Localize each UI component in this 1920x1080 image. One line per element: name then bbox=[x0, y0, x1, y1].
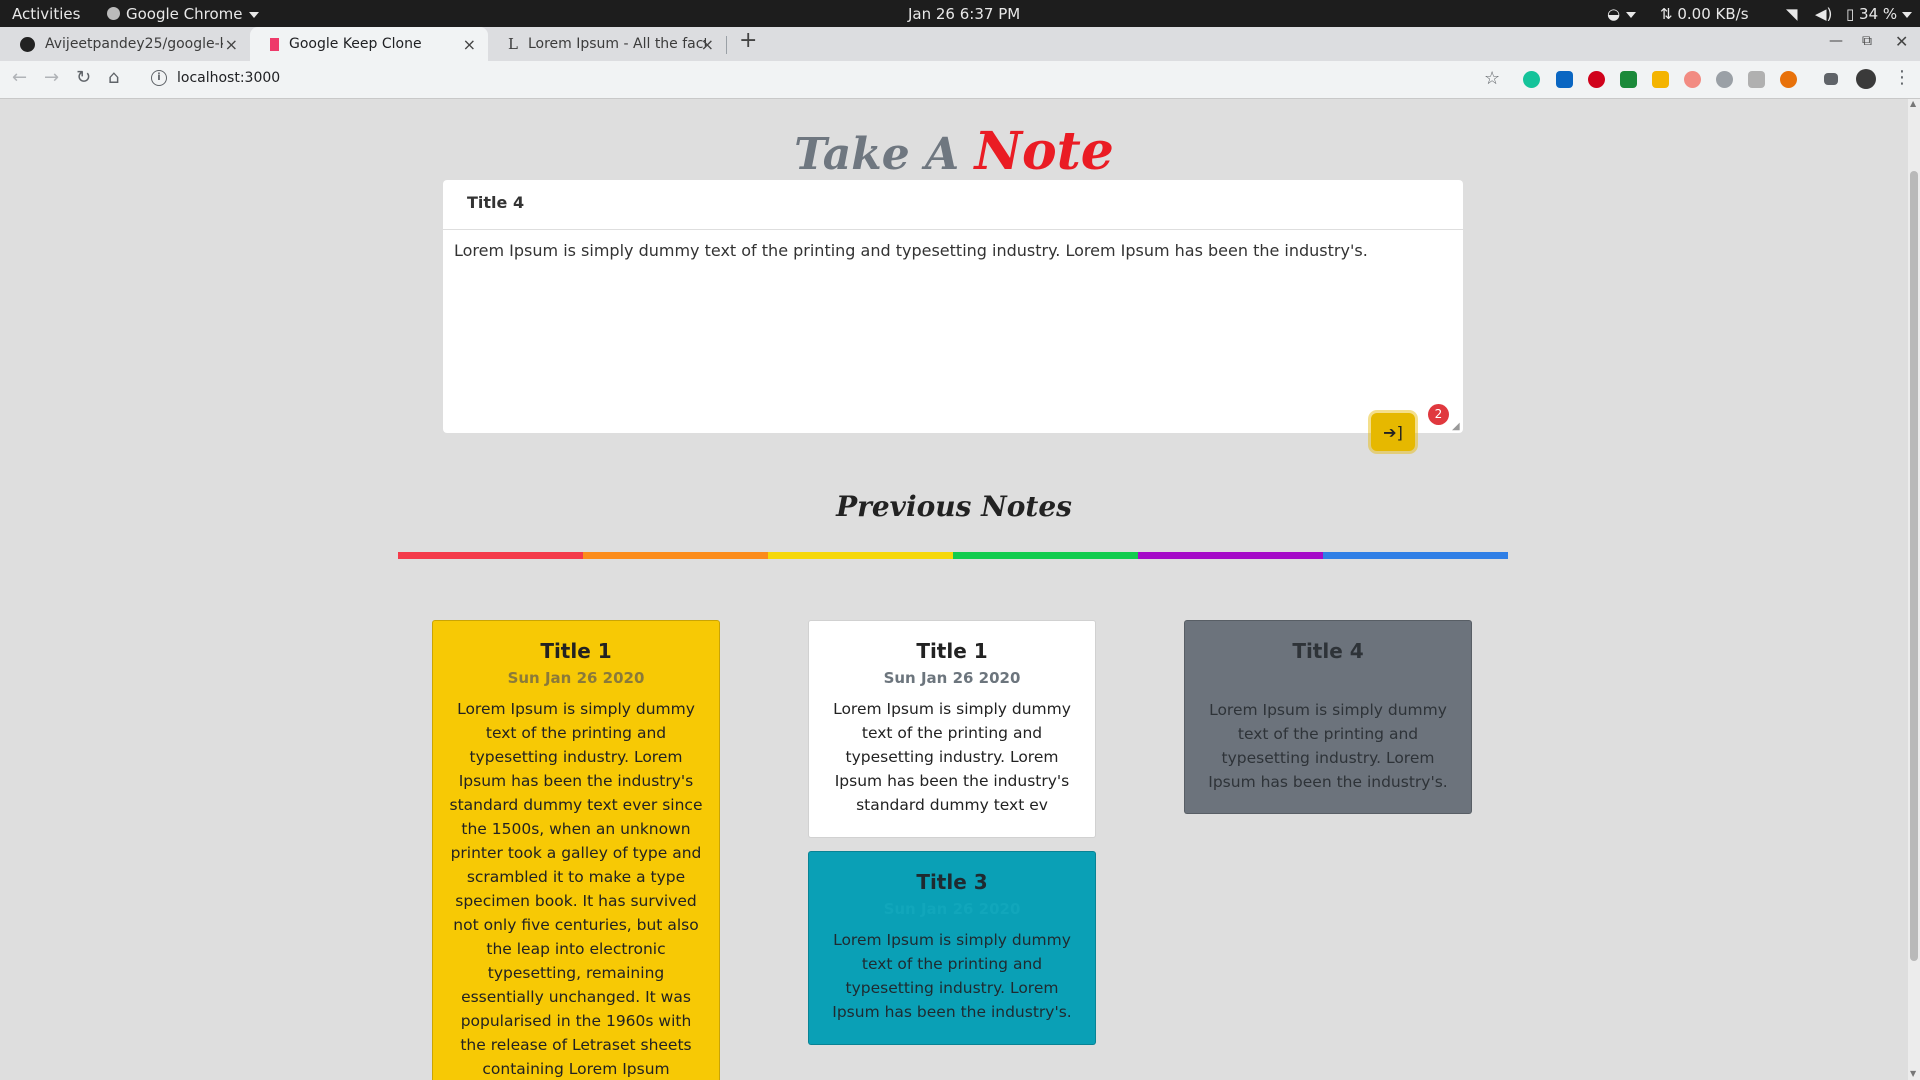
linkedin-extension-icon[interactable] bbox=[1556, 71, 1573, 88]
url-text[interactable]: localhost:3000 bbox=[177, 70, 280, 86]
close-icon[interactable]: × bbox=[701, 35, 714, 54]
rainbow-divider bbox=[398, 552, 1508, 559]
note-title: Title 1 bbox=[916, 639, 988, 663]
note-date: Sun Jan 26 2020 bbox=[883, 669, 1021, 687]
note-body: Lorem Ipsum is simply dummy text of the … bbox=[832, 931, 1072, 1021]
note-card[interactable]: Title 1 Sun Jan 26 2020 Lorem Ipsum is s… bbox=[808, 620, 1096, 838]
chrome-menu-icon[interactable]: ⋮ bbox=[1893, 67, 1911, 88]
note-card[interactable]: Title 4 Lorem Ipsum is simply dummy text… bbox=[1184, 620, 1472, 814]
tab-title: Lorem Ipsum - All the facts bbox=[527, 36, 706, 52]
rocket-extension-icon[interactable] bbox=[1780, 71, 1797, 88]
note-body: Lorem Ipsum is simply dummy text of the … bbox=[833, 700, 1071, 814]
note-title: Title 1 bbox=[540, 639, 612, 663]
note-date: Sun Jan 26 2020 bbox=[883, 900, 1021, 918]
note-body: Lorem Ipsum is simply dummy text of the … bbox=[449, 700, 703, 1078]
network-speed-label: 0.00 KB/s bbox=[1677, 5, 1749, 23]
power-menu-chevron-icon[interactable] bbox=[1902, 5, 1912, 23]
note-date bbox=[1199, 669, 1457, 688]
note-body-text: Lorem Ipsum is simply dummy text of the … bbox=[454, 241, 1368, 260]
note-card[interactable]: Title 1 Sun Jan 26 2020 Lorem Ipsum is s… bbox=[432, 620, 720, 1080]
bookmark-icon bbox=[270, 37, 279, 51]
page-viewport: Take A Note Title 4 Lorem Ipsum is simpl… bbox=[0, 99, 1908, 1080]
window-close-button[interactable]: ✕ bbox=[1895, 32, 1908, 51]
grammarly-extension-icon[interactable] bbox=[1523, 71, 1540, 88]
info-icon[interactable]: i bbox=[151, 70, 167, 86]
github-icon bbox=[20, 36, 35, 52]
back-arrow-icon[interactable]: ← bbox=[12, 67, 27, 88]
rainbow-segment bbox=[583, 552, 768, 559]
resize-grip-icon[interactable]: ◢ bbox=[1452, 421, 1460, 432]
reload-icon[interactable]: ↻ bbox=[76, 67, 91, 88]
close-icon[interactable]: × bbox=[225, 35, 238, 54]
tab-google-keep-clone[interactable]: Google Keep Clone × bbox=[250, 27, 488, 61]
app-heading: Take A Note bbox=[0, 121, 1908, 182]
tab-title: Avijeetpandey25/google-keep bbox=[45, 36, 223, 52]
rainbow-segment bbox=[768, 552, 953, 559]
browser-toolbar: ← → ↻ ⌂ i localhost:3000 ☆ ⋮ bbox=[0, 61, 1920, 99]
rainbow-segment bbox=[953, 552, 1138, 559]
colorful-extension-icon[interactable] bbox=[1652, 71, 1669, 88]
profile-avatar[interactable] bbox=[1856, 69, 1876, 89]
image-extension-icon[interactable] bbox=[1748, 71, 1765, 88]
rainbow-segment bbox=[1323, 552, 1508, 559]
send-extension-icon[interactable] bbox=[1620, 71, 1637, 88]
minimize-button[interactable]: — bbox=[1829, 33, 1843, 49]
new-tab-button[interactable]: + bbox=[739, 28, 757, 53]
note-body-textarea[interactable]: Lorem Ipsum is simply dummy text of the … bbox=[443, 230, 1463, 433]
scroll-up-icon[interactable]: ▲ bbox=[1910, 99, 1916, 108]
restore-button[interactable]: ⧉ bbox=[1862, 33, 1872, 49]
tab-strip: Avijeetpandey25/google-keep × Google Kee… bbox=[0, 27, 1920, 61]
add-note-button[interactable]: ➔] bbox=[1371, 413, 1415, 451]
bookmark-star-icon[interactable]: ☆ bbox=[1484, 68, 1500, 89]
network-speed: ⇅ 0.00 KB/s bbox=[1660, 5, 1749, 23]
heading-part1: Take A bbox=[794, 129, 960, 180]
page-scrollbar[interactable]: ▲ ▼ bbox=[1908, 99, 1920, 1080]
tab-separator bbox=[726, 36, 727, 54]
timer-extension-icon[interactable] bbox=[1684, 71, 1701, 88]
activities-button[interactable]: Activities bbox=[12, 5, 80, 23]
previous-notes-heading: Previous Notes bbox=[836, 490, 1072, 523]
scroll-down-icon[interactable]: ▼ bbox=[1910, 1069, 1916, 1078]
app-menu-label: Google Chrome bbox=[126, 5, 243, 23]
home-icon[interactable]: ⌂ bbox=[108, 67, 119, 88]
rainbow-segment bbox=[1138, 552, 1323, 559]
tab-lorem-ipsum[interactable]: L Lorem Ipsum - All the facts × bbox=[488, 27, 726, 61]
chrome-icon bbox=[107, 7, 120, 20]
status-icon[interactable]: ◒ bbox=[1607, 5, 1637, 23]
forward-arrow-icon[interactable]: → bbox=[44, 67, 59, 88]
notification-badge: 2 bbox=[1428, 404, 1449, 425]
note-title: Title 4 bbox=[1292, 639, 1364, 663]
tab-github[interactable]: Avijeetpandey25/google-keep × bbox=[0, 27, 250, 61]
tab-title: Google Keep Clone bbox=[289, 36, 422, 52]
note-card[interactable]: Title 3 Sun Jan 26 2020 Lorem Ipsum is s… bbox=[808, 851, 1096, 1045]
note-title-input[interactable]: Title 4 bbox=[443, 180, 1463, 229]
note-body: Lorem Ipsum is simply dummy text of the … bbox=[1208, 701, 1448, 791]
app-menu[interactable]: Google Chrome bbox=[107, 5, 259, 23]
note-date: Sun Jan 26 2020 bbox=[507, 669, 645, 687]
battery-label: 34 % bbox=[1859, 5, 1898, 23]
close-icon[interactable]: × bbox=[463, 35, 476, 54]
scrollbar-thumb[interactable] bbox=[1910, 171, 1918, 961]
rainbow-segment bbox=[398, 552, 583, 559]
note-title: Title 3 bbox=[916, 870, 988, 894]
chevron-down-icon bbox=[248, 11, 259, 18]
lipsum-icon: L bbox=[508, 35, 518, 53]
wifi-icon[interactable]: ◥ bbox=[1786, 5, 1798, 23]
volume-icon[interactable]: ◀) bbox=[1815, 5, 1832, 23]
adblock-extension-icon[interactable] bbox=[1588, 71, 1605, 88]
playlist-icon[interactable] bbox=[1824, 73, 1838, 85]
system-top-bar: Activities Google Chrome Jan 26 6:37 PM … bbox=[0, 0, 1920, 27]
address-bar[interactable]: i localhost:3000 bbox=[143, 64, 1513, 95]
clock[interactable]: Jan 26 6:37 PM bbox=[908, 5, 1020, 23]
sign-in-icon: ➔] bbox=[1383, 422, 1403, 442]
heading-part2: Note bbox=[974, 121, 1114, 182]
battery-icon[interactable]: ▯ 34 % bbox=[1846, 5, 1897, 23]
cloud-extension-icon[interactable] bbox=[1716, 71, 1733, 88]
